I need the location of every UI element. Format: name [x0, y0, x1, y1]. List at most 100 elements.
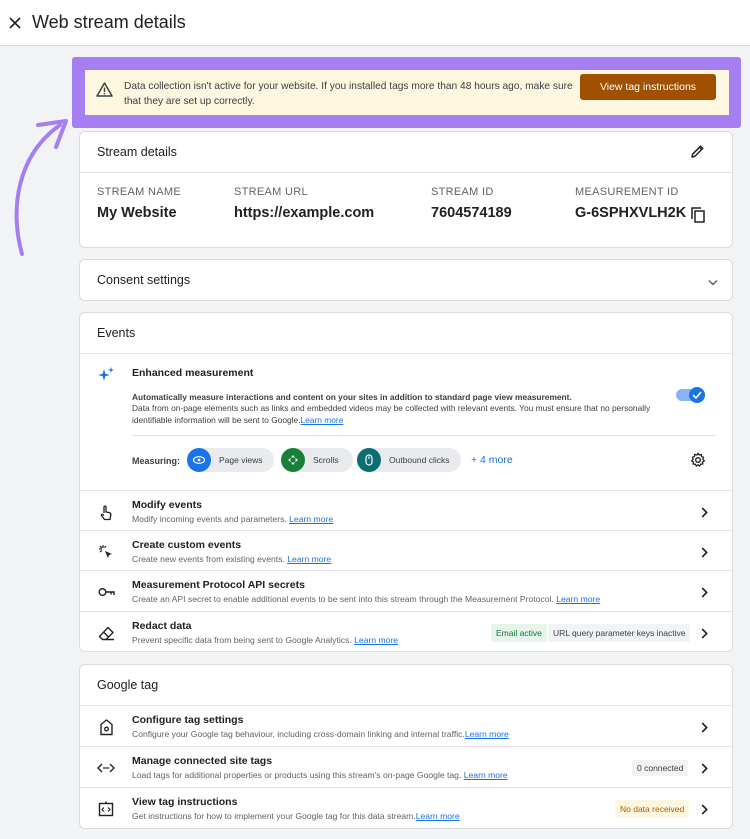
check-icon: [689, 387, 705, 403]
more-link[interactable]: + 4 more: [471, 454, 513, 466]
chip-label: Outbound clicks: [389, 455, 450, 465]
learn-more-link[interactable]: Learn more: [464, 770, 508, 780]
annotation-arrow-icon: [8, 111, 72, 266]
chevron-right-icon[interactable]: [701, 585, 708, 603]
eye-icon: [187, 448, 211, 472]
description-text: Modify incoming events and parameters.: [132, 514, 287, 524]
list-item-create-custom-events[interactable]: Create custom events Create new events f…: [80, 531, 732, 571]
list-item-measurement-protocol[interactable]: Measurement Protocol API secrets Create …: [80, 571, 732, 612]
connected-count-badge: 0 connected: [632, 760, 689, 776]
chevron-right-icon[interactable]: [701, 626, 708, 644]
row-title: Create custom events: [132, 539, 242, 551]
row-title: Redact data: [132, 620, 192, 632]
stream-details-card: Stream details STREAM NAME My Website ST…: [79, 131, 733, 248]
row-description: Create an API secret to enable additiona…: [132, 594, 600, 604]
status-badge: URL query parameter keys inactive: [548, 624, 691, 642]
google-tag-card: Google tag Configure tag settings Config…: [79, 664, 733, 829]
events-heading: Events: [97, 326, 136, 340]
learn-more-link[interactable]: Learn more: [287, 554, 331, 564]
enhanced-measurement-toggle[interactable]: [676, 387, 705, 403]
stream-name-field: STREAM NAME My Website: [97, 186, 181, 221]
description-text: Get instructions for how to implement yo…: [132, 811, 416, 821]
chip-label: Scrolls: [313, 455, 339, 465]
google-tag-heading: Google tag: [97, 678, 159, 692]
chevron-right-icon[interactable]: [701, 720, 708, 738]
status-badge: Email active: [491, 624, 547, 642]
learn-more-link[interactable]: Learn more: [289, 514, 333, 524]
description-text: Create an API secret to enable additiona…: [132, 594, 554, 604]
copy-icon[interactable]: [691, 207, 705, 228]
warning-icon: [96, 82, 113, 102]
consent-settings-header[interactable]: Consent settings: [80, 260, 732, 300]
list-item-view-tag-instructions[interactable]: View tag instructions Get instructions f…: [80, 788, 732, 828]
description-text: Create new events from existing events.: [132, 554, 285, 564]
banner-message: Data collection isn't active for your we…: [124, 81, 573, 107]
events-card: Events Enhanced measurement Automaticall…: [79, 312, 733, 652]
top-bar: Web stream details: [0, 0, 750, 46]
chip-page-views[interactable]: Page views: [187, 448, 275, 472]
enhanced-measurement-summary: Automatically measure interactions and c…: [132, 392, 572, 402]
learn-more-link[interactable]: Learn more: [354, 635, 398, 645]
field-label: STREAM NAME: [97, 186, 181, 198]
chip-outbound-clicks[interactable]: Outbound clicks: [357, 448, 462, 472]
description-text: Load tags for additional properties or p…: [132, 770, 462, 780]
description-text: Data from on-page elements such as links…: [132, 403, 651, 425]
learn-more-link[interactable]: Learn more: [556, 594, 600, 604]
field-label: STREAM URL: [234, 186, 308, 198]
description-text: Configure your Google tag behaviour, inc…: [132, 729, 465, 739]
chevron-right-icon[interactable]: [701, 505, 708, 523]
stream-url-field: STREAM URL https://example.com: [234, 186, 374, 221]
tag-icon: [97, 718, 115, 736]
field-label: MEASUREMENT ID: [575, 186, 679, 198]
consent-settings-card[interactable]: Consent settings: [79, 259, 733, 301]
row-title: Configure tag settings: [132, 714, 244, 726]
page-title: Web stream details: [32, 12, 186, 32]
learn-more-link[interactable]: Learn more: [301, 415, 344, 425]
row-description: Load tags for additional properties or p…: [132, 770, 508, 780]
learn-more-link[interactable]: Learn more: [465, 729, 509, 739]
measurement-id-field: MEASUREMENT ID G-6SPHXVLH2K: [575, 186, 686, 221]
row-description: Modify incoming events and parameters. L…: [132, 514, 333, 524]
edit-pencil-icon[interactable]: [690, 144, 705, 162]
data-collection-banner: Data collection isn't active for your we…: [85, 70, 729, 115]
eraser-icon: [97, 624, 115, 642]
field-label: STREAM ID: [431, 186, 494, 198]
chip-label: Page views: [219, 455, 263, 465]
field-value: G-6SPHXVLH2K: [575, 205, 687, 221]
learn-more-link[interactable]: Learn more: [416, 811, 460, 821]
chevron-down-icon[interactable]: [708, 275, 718, 289]
field-value: 7604574189: [431, 205, 512, 221]
list-item-modify-events[interactable]: Modify events Modify incoming events and…: [80, 491, 732, 531]
chip-scrolls[interactable]: Scrolls: [281, 448, 353, 472]
enhanced-measurement-title: Enhanced measurement: [132, 367, 254, 379]
stream-details-heading: Stream details: [97, 145, 177, 159]
row-description: Create new events from existing events. …: [132, 554, 331, 564]
list-item-configure-tag-settings[interactable]: Configure tag settings Configure your Go…: [80, 706, 732, 747]
stream-id-field: STREAM ID 7604574189: [431, 186, 512, 221]
code-icon: [97, 759, 115, 777]
mouse-icon: [357, 448, 381, 472]
gear-icon[interactable]: [690, 452, 706, 473]
row-title: Modify events: [132, 499, 203, 511]
measuring-label: Measuring:: [132, 456, 181, 466]
scroll-icon: [281, 448, 305, 472]
key-icon: [97, 583, 115, 601]
stream-details-header: Stream details: [80, 132, 732, 173]
field-value: My Website: [97, 205, 177, 221]
close-icon[interactable]: [0, 0, 30, 46]
chevron-right-icon[interactable]: [701, 802, 708, 820]
list-item-manage-connected-site-tags[interactable]: Manage connected site tags Load tags for…: [80, 747, 732, 788]
sparkle-icon: [97, 366, 115, 389]
chevron-right-icon[interactable]: [701, 545, 708, 563]
row-title: Measurement Protocol API secrets: [132, 579, 305, 591]
divider: [132, 435, 716, 436]
row-title: Manage connected site tags: [132, 755, 273, 767]
consent-settings-heading: Consent settings: [97, 273, 191, 287]
chevron-right-icon[interactable]: [701, 761, 708, 779]
code-box-icon: [97, 800, 115, 818]
view-tag-instructions-button[interactable]: View tag instructions: [580, 74, 716, 100]
enhanced-measurement-description: Data from on-page elements such as links…: [132, 403, 667, 426]
enhanced-measurement: Enhanced measurement Automatically measu…: [80, 354, 732, 491]
list-item-redact-data[interactable]: Redact data Prevent specific data from b…: [80, 612, 732, 652]
events-header: Events: [80, 313, 732, 354]
